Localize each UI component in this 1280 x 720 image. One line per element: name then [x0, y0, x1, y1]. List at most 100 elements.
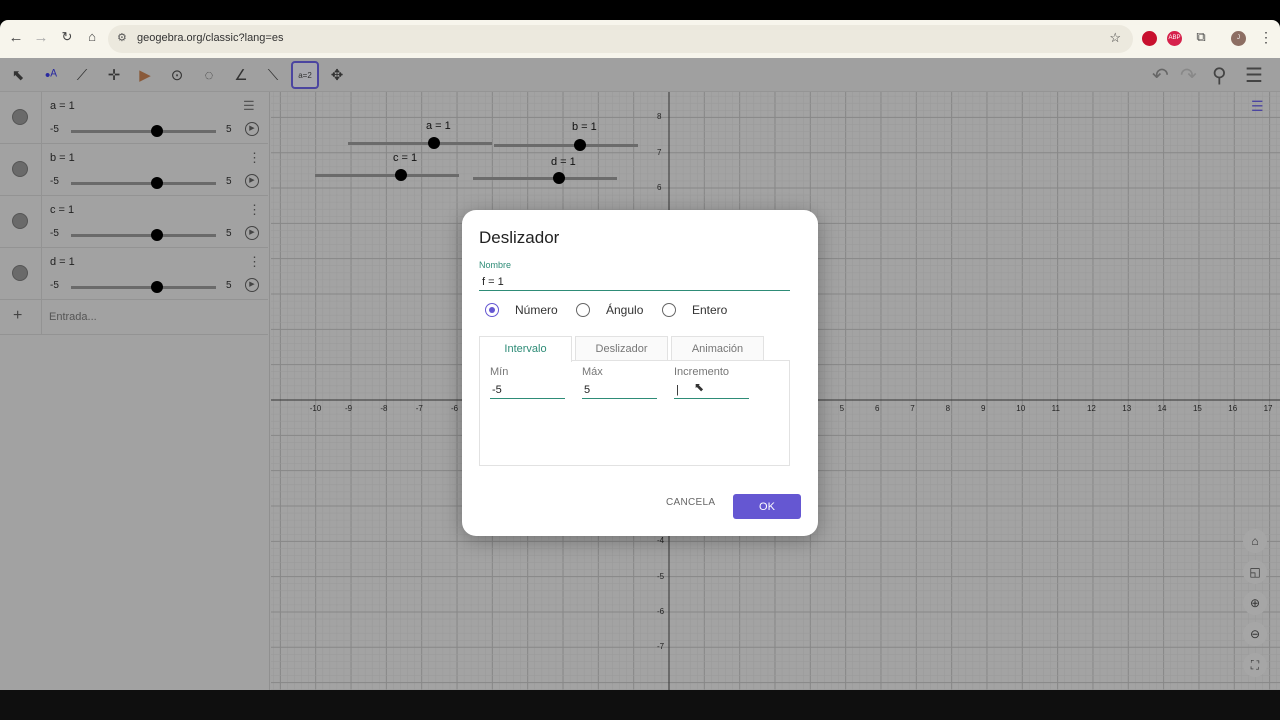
mouse-cursor-icon: ⬉: [694, 380, 705, 394]
redo-icon[interactable]: ↷: [1180, 63, 1197, 88]
algebra-item[interactable]: b = 1 -5 5 ▶ ⋮: [0, 144, 268, 196]
slider-knob[interactable]: [151, 281, 163, 293]
ok-button[interactable]: OK: [733, 494, 801, 519]
forward-icon[interactable]: →: [31, 29, 51, 46]
min-input[interactable]: [490, 382, 565, 399]
canvas-slider-knob[interactable]: [395, 169, 407, 181]
x-tick-label: -9: [345, 404, 353, 413]
visibility-toggle[interactable]: [12, 213, 28, 229]
canvas-slider-knob[interactable]: [574, 139, 586, 151]
canvas-slider-knob[interactable]: [428, 137, 440, 149]
canvas-slider-label: d = 1: [551, 156, 576, 168]
point-tool-icon[interactable]: •ᴬ: [37, 61, 65, 89]
more-menu-icon[interactable]: ⋮: [248, 150, 261, 166]
line-tool-icon[interactable]: ⟋: [68, 61, 96, 89]
show-axes-icon[interactable]: ◱: [1243, 560, 1267, 584]
canvas-slider-line[interactable]: [348, 142, 492, 145]
slider-knob[interactable]: [151, 125, 163, 137]
browser-toolbar: ← → ↻ ⌂ ⚙ geogebra.org/classic?lang=es ☆…: [0, 20, 1280, 58]
radio-number[interactable]: [485, 303, 499, 317]
play-icon[interactable]: ▶: [245, 226, 259, 240]
zoom-in-icon[interactable]: ⊕: [1243, 591, 1267, 615]
ellipse-tool-icon[interactable]: ◌: [195, 61, 223, 89]
move-tool-icon[interactable]: ⬉: [4, 61, 32, 89]
reflect-tool-icon[interactable]: ⟍: [259, 61, 287, 89]
zoom-out-icon[interactable]: ⊖: [1243, 622, 1267, 646]
slider-max: 5: [226, 228, 232, 239]
angle-tool-icon[interactable]: ∠: [227, 61, 255, 89]
canvas-slider-knob[interactable]: [553, 172, 565, 184]
extension-icon[interactable]: [1142, 31, 1157, 46]
reload-icon[interactable]: ↻: [57, 29, 77, 45]
canvas-slider-label: b = 1: [572, 121, 597, 133]
search-icon[interactable]: ⚲: [1212, 63, 1227, 88]
slider-tool-icon[interactable]: a=2: [291, 61, 319, 89]
canvas-slider-line[interactable]: [473, 177, 617, 180]
adblock-icon[interactable]: ABP: [1167, 31, 1182, 46]
main-menu-icon[interactable]: ☰: [1245, 63, 1263, 88]
bookmark-star-icon[interactable]: ☆: [1109, 30, 1121, 46]
algebra-item[interactable]: c = 1 -5 5 ▶ ⋮: [0, 196, 268, 248]
home-view-icon[interactable]: ⌂: [1243, 529, 1267, 553]
graphics-style-icon[interactable]: ☰: [1251, 98, 1264, 115]
url-text: geogebra.org/classic?lang=es: [137, 32, 284, 44]
x-tick-label: 12: [1086, 404, 1096, 413]
address-bar[interactable]: ⚙ geogebra.org/classic?lang=es ☆: [108, 25, 1133, 53]
cancel-button[interactable]: CANCELA: [666, 497, 715, 508]
y-tick-label: -4: [657, 536, 665, 546]
plus-icon[interactable]: +: [13, 307, 22, 325]
canvas-slider-line[interactable]: [315, 174, 459, 177]
x-tick-label: -7: [415, 404, 423, 413]
max-input[interactable]: [582, 382, 657, 399]
x-tick-label: -8: [380, 404, 388, 413]
max-label: Máx: [582, 366, 603, 378]
slider-track[interactable]: [71, 286, 216, 289]
visibility-toggle[interactable]: [12, 109, 28, 125]
radio-integer[interactable]: [662, 303, 676, 317]
slider-track[interactable]: [71, 130, 216, 133]
play-icon[interactable]: ▶: [245, 122, 259, 136]
dialog-title: Deslizador: [479, 228, 560, 247]
x-tick-label: 9: [980, 404, 986, 413]
radio-angle[interactable]: [576, 303, 590, 317]
fullscreen-icon[interactable]: ⛶: [1243, 653, 1267, 677]
tab-animation[interactable]: Animación: [671, 336, 764, 361]
increment-input[interactable]: [674, 382, 749, 399]
visibility-toggle[interactable]: [12, 265, 28, 281]
tab-interval[interactable]: Intervalo: [479, 336, 572, 362]
circle-tool-icon[interactable]: ⊙: [163, 61, 191, 89]
home-icon[interactable]: ⌂: [82, 29, 102, 44]
more-menu-icon[interactable]: ⋮: [248, 202, 261, 218]
browser-menu-icon[interactable]: ⋮: [1256, 29, 1276, 46]
visibility-toggle[interactable]: [12, 161, 28, 177]
polygon-tool-icon[interactable]: ▶: [131, 61, 159, 89]
extensions-puzzle-icon[interactable]: ⧉: [1191, 29, 1211, 45]
x-tick-label: 17: [1263, 404, 1273, 413]
slider-knob[interactable]: [151, 177, 163, 189]
undo-icon[interactable]: ↶: [1152, 63, 1169, 88]
play-icon[interactable]: ▶: [245, 278, 259, 292]
item-definition[interactable]: b = 1: [50, 152, 75, 164]
perpendicular-tool-icon[interactable]: ✛: [100, 61, 128, 89]
canvas-slider-line[interactable]: [494, 144, 638, 147]
slider-knob[interactable]: [151, 229, 163, 241]
slider-track[interactable]: [71, 182, 216, 185]
slider-track[interactable]: [71, 234, 216, 237]
algebra-item[interactable]: d = 1 -5 5 ▶ ⋮: [0, 248, 268, 300]
site-settings-icon[interactable]: ⚙: [117, 31, 127, 44]
play-icon[interactable]: ▶: [245, 174, 259, 188]
avatar[interactable]: J: [1231, 31, 1246, 46]
algebra-item[interactable]: a = 1 -5 5 ▶: [0, 92, 268, 144]
divider: [41, 196, 42, 247]
more-menu-icon[interactable]: ⋮: [248, 254, 261, 270]
name-input[interactable]: [479, 273, 790, 291]
item-definition[interactable]: c = 1: [50, 204, 74, 216]
y-tick-label: -6: [657, 606, 665, 616]
item-definition[interactable]: d = 1: [50, 256, 75, 268]
input-field[interactable]: Entrada...: [49, 311, 97, 323]
tab-slider[interactable]: Deslizador: [575, 336, 668, 361]
back-icon[interactable]: ←: [6, 29, 26, 46]
item-definition[interactable]: a = 1: [50, 100, 75, 112]
move-view-tool-icon[interactable]: ✥: [323, 61, 351, 89]
input-row[interactable]: + Entrada...: [0, 300, 268, 335]
